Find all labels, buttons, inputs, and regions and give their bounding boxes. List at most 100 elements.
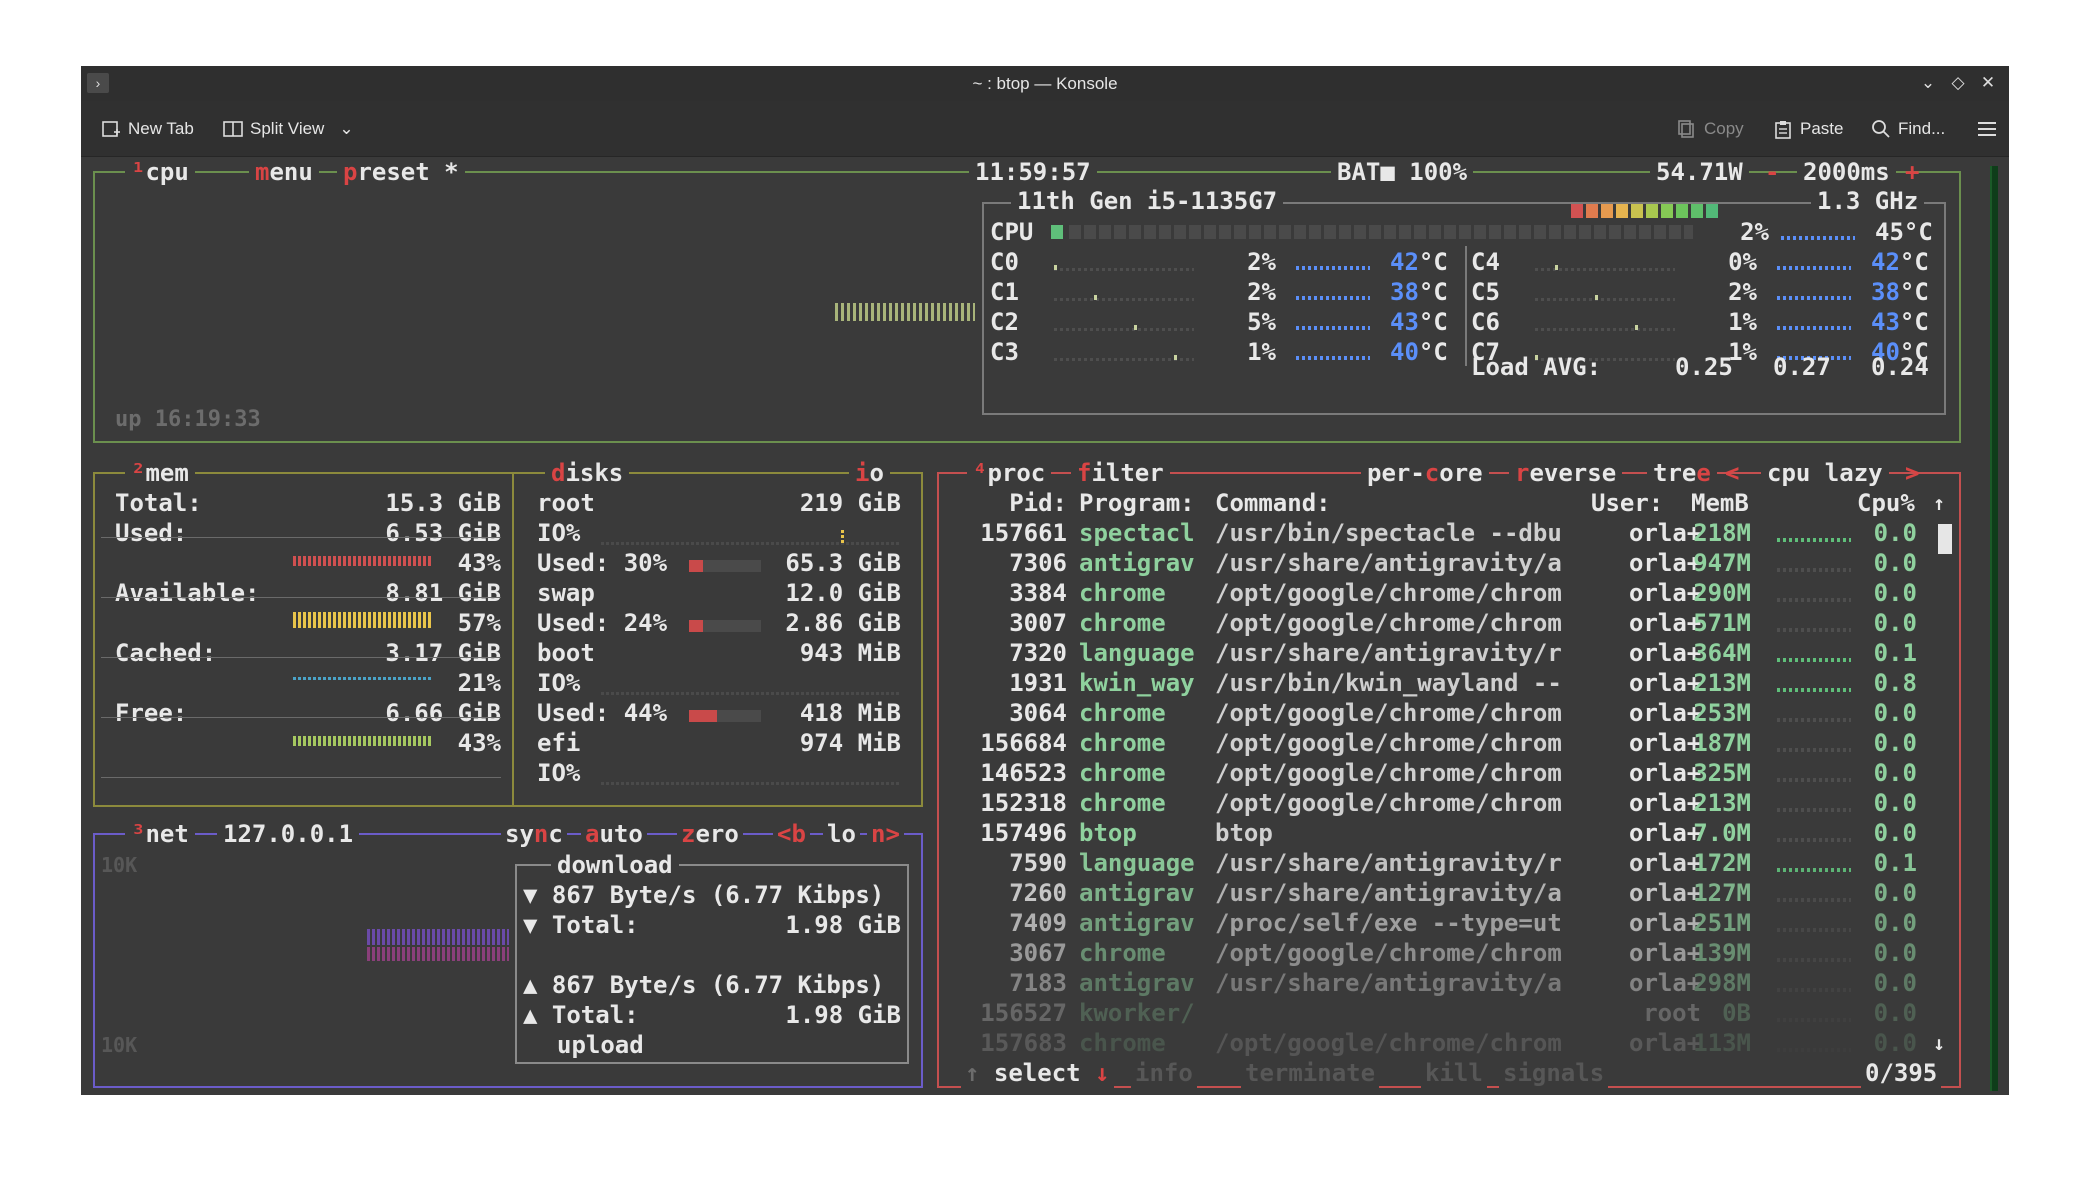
proc-title[interactable]: ⁴proc	[967, 458, 1052, 488]
paste-button[interactable]: Paste	[1773, 115, 1843, 143]
core-label: C4	[1471, 248, 1500, 276]
proc-scroll-thumb[interactable]	[1938, 524, 1952, 554]
auto-toggle[interactable]: auto	[581, 819, 647, 849]
maximize-icon[interactable]: ◇	[1947, 72, 1969, 94]
core-divider	[1465, 246, 1467, 366]
proc-program: chrome	[1079, 759, 1166, 787]
kill-button[interactable]: kill	[1421, 1058, 1487, 1088]
mem-used-value: 6.53 GiB	[385, 519, 501, 547]
signals-button[interactable]: signals	[1499, 1058, 1609, 1088]
preset-button[interactable]: preset *	[337, 157, 465, 187]
net-address: 127.0.0.1	[217, 819, 360, 849]
net-title[interactable]: ³net	[125, 819, 195, 849]
disk-used-meter-swap	[689, 620, 761, 632]
terminate-button[interactable]: terminate	[1241, 1058, 1380, 1088]
proc-pid: 157661	[980, 519, 1067, 547]
proc-program: chrome	[1079, 789, 1166, 817]
proc-cpu: 0.0	[1873, 699, 1917, 727]
proc-user: orla+	[1629, 639, 1702, 667]
interval-decrease[interactable]: -	[1765, 157, 1779, 187]
tree-toggle[interactable]: tree	[1647, 458, 1717, 488]
scroll-up-icon[interactable]: ↑	[1933, 488, 1945, 518]
info-button[interactable]: info	[1131, 1058, 1197, 1088]
mem-free-label: Free:	[115, 699, 188, 727]
zero-toggle[interactable]: zero	[677, 819, 743, 849]
col-command[interactable]: Command:	[1215, 488, 1331, 518]
cpu-title[interactable]: cpu	[145, 158, 188, 186]
scroll-down-icon[interactable]: ↓	[1933, 1028, 1945, 1058]
interval-increase[interactable]: +	[1905, 157, 1919, 187]
battery-pct: 100%	[1409, 158, 1468, 186]
split-view-icon	[223, 119, 243, 139]
mem-cached-label: Cached:	[115, 639, 217, 667]
per-core-toggle[interactable]: per-core	[1361, 458, 1489, 488]
minimize-icon[interactable]: ⌄	[1917, 72, 1939, 94]
core-pct: 0%	[1728, 248, 1757, 276]
core-temp-value: 43	[1390, 308, 1419, 336]
new-tab-button[interactable]: New Tab	[101, 115, 194, 143]
mem-used-pct: 43%	[457, 549, 501, 577]
io-toggle[interactable]: io	[849, 458, 890, 488]
proc-user: orla+	[1629, 579, 1702, 607]
proc-cpu-graph	[1777, 568, 1851, 572]
proc-cpu: 0.0	[1873, 789, 1917, 817]
proc-user: orla+	[1629, 789, 1702, 817]
col-cpu[interactable]: Cpu%	[1857, 488, 1915, 518]
mem-title[interactable]: ²mem	[125, 458, 195, 488]
proc-command: /usr/share/antigravity/r	[1215, 639, 1562, 667]
disk-used-meter-boot	[689, 710, 761, 722]
filter-button[interactable]: filter	[1071, 458, 1170, 488]
cpu-freq: 1.3 GHz	[1811, 186, 1925, 216]
proc-cpu-graph	[1777, 808, 1851, 812]
terminal-area[interactable]: ¹cpu menu preset * 11:59:57 BAT■ 100% 54…	[81, 157, 2009, 1095]
proc-user: orla+	[1629, 669, 1702, 697]
hamburger-menu-button[interactable]	[1977, 115, 1997, 143]
split-view-button[interactable]: Split View ⌄	[223, 115, 354, 143]
net-next-iface[interactable]: n>	[867, 819, 904, 849]
copy-button[interactable]: Copy	[1677, 115, 1744, 143]
core-pct: 2%	[1247, 248, 1276, 276]
col-user[interactable]: User:	[1591, 488, 1663, 518]
mem-cached-pct: 21%	[457, 669, 501, 697]
core-temp-value: 42	[1390, 248, 1419, 276]
core-temp: 43°C	[1871, 307, 1929, 337]
find-button[interactable]: Find...	[1871, 115, 1945, 143]
core-pct: 1%	[1247, 338, 1276, 366]
select-button[interactable]: ↑ select ↓	[961, 1058, 1114, 1088]
terminal-scrollbar[interactable]	[1990, 166, 1998, 1091]
proc-program: antigrav	[1079, 879, 1195, 907]
update-interval: 2000ms	[1797, 157, 1896, 187]
sort-next[interactable]: >	[1905, 458, 1919, 488]
menu-button[interactable]: menu	[249, 157, 319, 187]
col-pid[interactable]: Pid:	[945, 488, 1067, 518]
core-temp-graph	[1777, 266, 1851, 270]
net-download-graph	[367, 929, 509, 945]
proc-program: language	[1079, 639, 1195, 667]
load-avg-1: 0.25	[1675, 353, 1733, 381]
core-graph-peak	[1134, 325, 1137, 330]
proc-user: orla+	[1629, 759, 1702, 787]
disk-name-swap: swap	[537, 579, 595, 607]
proc-command: /usr/bin/kwin_wayland --	[1215, 669, 1562, 697]
disk-name-root: root	[537, 489, 595, 517]
close-icon[interactable]: ✕	[1977, 72, 1999, 94]
hamburger-menu-icon	[1977, 119, 1997, 139]
mem-available-graph	[293, 612, 433, 628]
sync-toggle[interactable]: sync	[501, 819, 567, 849]
col-mem[interactable]: MemB	[1691, 488, 1749, 518]
disks-title[interactable]: disks	[545, 458, 630, 488]
load-avg-label: Load AVG:	[1471, 353, 1602, 381]
col-program[interactable]: Program:	[1079, 488, 1195, 518]
proc-mem: 113M	[1693, 1029, 1751, 1057]
proc-mem: 7.0M	[1693, 819, 1751, 847]
sort-prev[interactable]: <	[1725, 458, 1739, 488]
net-download-total: 1.98 GiB	[785, 911, 901, 939]
sort-field: cpu lazy	[1761, 458, 1889, 488]
reverse-toggle[interactable]: reverse	[1509, 458, 1623, 488]
net-prev-iface[interactable]: <b	[773, 819, 810, 849]
copy-label: Copy	[1704, 119, 1744, 138]
chevron-down-icon[interactable]: ⌄	[339, 119, 353, 139]
clock: 11:59:57	[969, 157, 1097, 187]
core-temp-unit: °C	[1418, 248, 1448, 276]
disk-used-label-boot: Used: 44%	[537, 699, 668, 727]
